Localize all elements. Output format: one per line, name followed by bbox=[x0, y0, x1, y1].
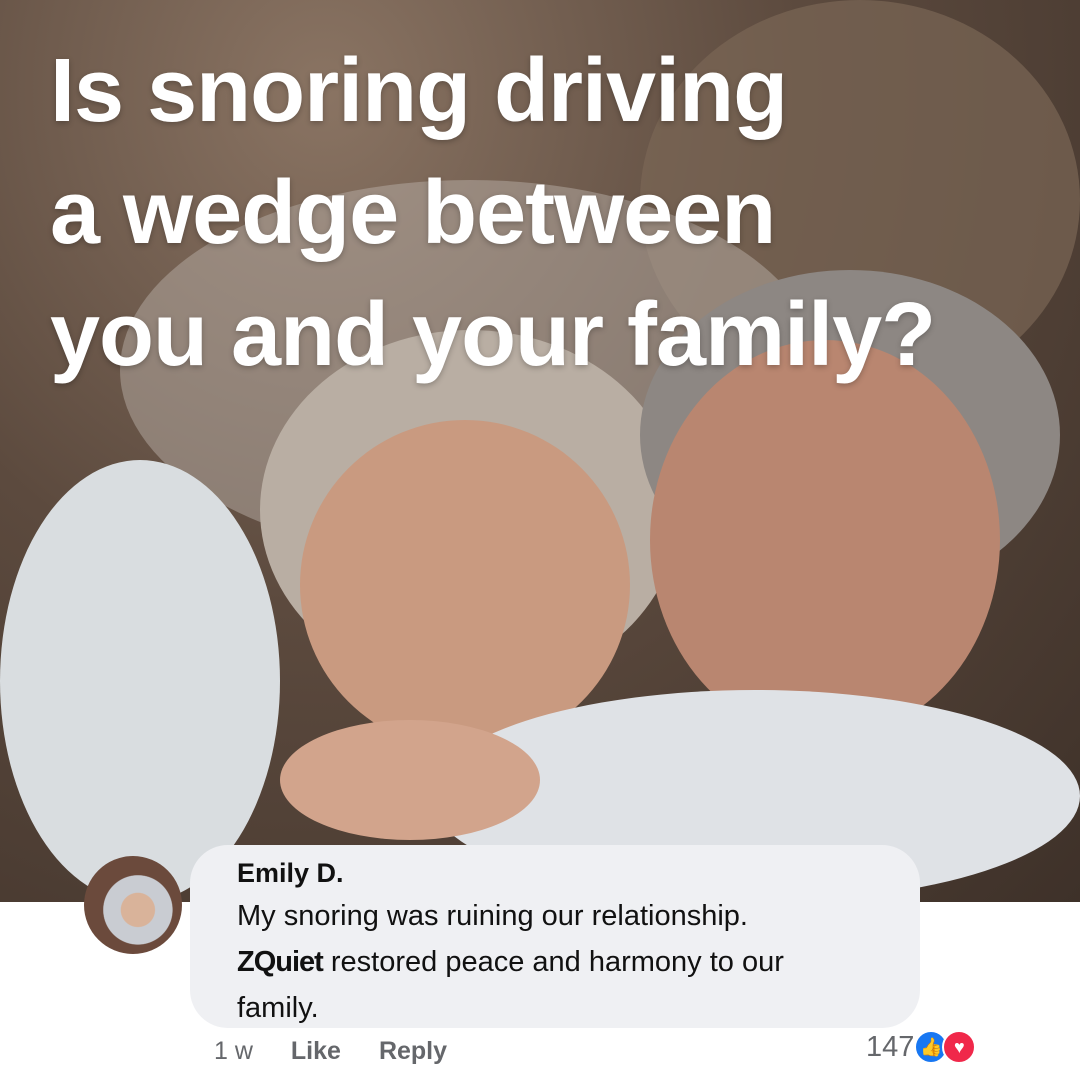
reaction-count: 147 bbox=[866, 1030, 915, 1063]
comment-text: family. bbox=[237, 992, 319, 1024]
comment-author[interactable]: Emily D. bbox=[237, 853, 920, 893]
comment-bubble: Emily D. My snoring was ruining our rela… bbox=[190, 845, 920, 1028]
like-button[interactable]: Like bbox=[291, 1034, 341, 1068]
reply-button[interactable]: Reply bbox=[379, 1034, 447, 1068]
reactions[interactable]: 147 👍 ♥ bbox=[866, 1030, 977, 1064]
comment-text: My snoring was ruining our relationship. bbox=[237, 900, 748, 932]
love-icon: ♥ bbox=[942, 1030, 977, 1064]
comment-time: 1 w bbox=[214, 1037, 253, 1065]
brand-name: ZQuiet bbox=[237, 946, 324, 978]
headline-line: a wedge between bbox=[50, 163, 776, 263]
avatar[interactable] bbox=[84, 856, 182, 954]
headline: Is snoring driving a wedge between you a… bbox=[50, 30, 1050, 396]
headline-line: you and your family? bbox=[50, 285, 936, 385]
comment-text: restored peace and harmony to our bbox=[322, 946, 784, 978]
comment-actions: 1 w Like Reply bbox=[214, 1034, 447, 1068]
headline-line: Is snoring driving bbox=[50, 41, 788, 141]
